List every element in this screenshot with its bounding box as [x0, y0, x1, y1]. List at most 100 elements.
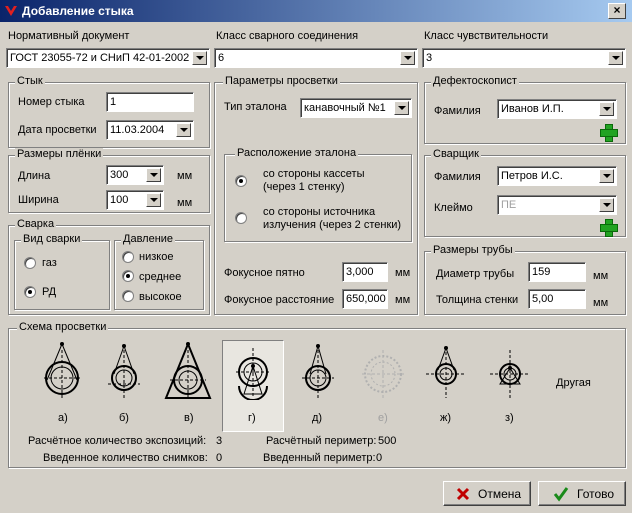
pipe-wall-label: Толщина стенки [436, 294, 519, 306]
cancel-button[interactable]: Отмена [443, 481, 531, 506]
scheme-label: ж) [440, 412, 452, 424]
welder-select[interactable]: Петров И.С. [497, 166, 617, 186]
scheme-label: е) [378, 412, 388, 424]
weld-class-select[interactable]: 6 [214, 48, 418, 68]
cancel-button-label: Отмена [478, 487, 522, 501]
cassette-side-label-1: со стороны кассеты [263, 168, 365, 180]
entered-perimeter-value: 0 [376, 452, 383, 464]
calc-exposures-label: Расчётное количество экспозиций: [28, 435, 207, 447]
scheme-label: г) [248, 412, 256, 424]
add-welder-icon[interactable] [600, 219, 618, 237]
entered-shots-value: 0 [216, 452, 223, 464]
source-side-radio[interactable] [235, 212, 247, 224]
scheme-z-icon[interactable] [488, 344, 532, 400]
film-length-value: 300 [110, 169, 129, 181]
film-width-value: 100 [110, 194, 129, 206]
welder-legend: Сварщик [431, 148, 481, 160]
welder-value: Петров И.С. [501, 170, 563, 182]
sensitivity-label: Класс чувствительности [424, 30, 549, 42]
scheme-label: з) [505, 412, 514, 424]
chevron-down-icon[interactable] [192, 51, 207, 65]
joint-number-input[interactable]: 1 [106, 92, 194, 112]
close-icon [456, 487, 470, 501]
chevron-down-icon[interactable] [608, 51, 623, 65]
scheme-b-icon[interactable] [104, 344, 144, 400]
chevron-down-icon[interactable] [599, 169, 614, 183]
focal-distance-input[interactable]: 650,000 [342, 289, 388, 309]
calc-exposures-value: 3 [216, 435, 223, 447]
weld-type-legend: Вид сварки [21, 233, 83, 245]
scheme-g-icon[interactable] [232, 344, 274, 400]
stamp-select[interactable]: ПЕ [497, 195, 617, 215]
focal-distance-label: Фокусное расстояние [224, 294, 335, 306]
scheme-d-icon[interactable] [298, 344, 338, 400]
inspector-legend: Дефектоскопист [431, 75, 519, 87]
chevron-down-icon[interactable] [400, 51, 415, 65]
etalon-value: канавочный №1 [304, 102, 386, 114]
pipe-diameter-input[interactable]: 159 [528, 262, 586, 282]
welding-legend: Сварка [15, 218, 57, 230]
mid-label: среднее [139, 271, 182, 283]
stamp-value: ПЕ [501, 199, 517, 211]
scheme-other-option[interactable]: Другая [556, 377, 591, 389]
film-width-label: Ширина [18, 194, 59, 206]
chevron-down-icon[interactable] [146, 193, 161, 207]
norm-doc-select[interactable]: ГОСТ 23055-72 и СНиП 42-01-2002 [6, 48, 210, 68]
chevron-down-icon[interactable] [394, 101, 409, 115]
focal-spot-input[interactable]: 3,000 [342, 262, 388, 282]
scheme-a-icon[interactable] [40, 342, 84, 400]
scheme-v-icon[interactable] [164, 342, 212, 400]
stamp-label: Клеймо [434, 202, 473, 214]
source-side-label-2: излучения (через 2 стенки) [263, 219, 402, 231]
pressure-legend: Давление [121, 233, 176, 245]
scheme-label: в) [184, 412, 194, 424]
inspector-select[interactable]: Иванов И.П. [497, 99, 617, 119]
film-legend: Размеры плёнки [15, 148, 104, 160]
sensitivity-select[interactable]: 3 [422, 48, 626, 68]
weld-class-value: 6 [218, 52, 225, 64]
low-radio[interactable] [122, 251, 134, 263]
close-button[interactable]: × [608, 3, 626, 19]
pipe-diameter-unit: мм [593, 270, 609, 282]
calc-perimeter-value: 500 [378, 435, 397, 447]
app-icon [5, 6, 17, 16]
low-label: низкое [139, 251, 174, 263]
film-length-select[interactable]: 300 [106, 165, 164, 185]
checkmark-icon [553, 487, 569, 502]
scheme-label: д) [312, 412, 323, 424]
mid-radio[interactable] [122, 270, 134, 282]
ok-button[interactable]: Готово [538, 481, 626, 506]
cassette-side-label-2: (через 1 стенку) [263, 181, 345, 193]
scheme-legend: Схема просветки [17, 321, 109, 333]
rd-radio[interactable] [24, 286, 36, 298]
high-label: высокое [139, 291, 182, 303]
chevron-down-icon[interactable] [176, 123, 191, 137]
calc-perimeter-label: Расчётный периметр: [266, 435, 377, 447]
chevron-down-icon[interactable] [146, 168, 161, 182]
cassette-side-radio[interactable] [235, 175, 247, 187]
pipe-diameter-label: Диаметр трубы [436, 268, 515, 280]
film-length-label: Длина [18, 170, 51, 182]
etalon-label: Тип эталона [224, 101, 287, 113]
inspector-value: Иванов И.П. [501, 103, 564, 115]
etalon-select[interactable]: канавочный №1 [300, 98, 412, 118]
entered-shots-label: Введенное количество снимков: [43, 452, 208, 464]
film-width-select[interactable]: 100 [106, 190, 164, 210]
source-side-label-1: со стороны источника [263, 206, 376, 218]
high-radio[interactable] [122, 290, 134, 302]
placement-legend: Расположение эталона [235, 147, 359, 159]
scheme-zh-icon[interactable] [424, 344, 468, 400]
gas-label: газ [42, 257, 57, 269]
chevron-down-icon[interactable] [599, 198, 614, 212]
date-value: 11.03.2004 [110, 124, 165, 136]
chevron-down-icon[interactable] [599, 102, 614, 116]
sensitivity-value: 3 [426, 52, 433, 64]
pipe-wall-input[interactable]: 5,00 [528, 289, 586, 309]
film-length-unit: мм [177, 170, 193, 182]
weld-type-group: Вид сварки [14, 233, 110, 310]
date-select[interactable]: 11.03.2004 [106, 120, 194, 140]
film-width-unit: мм [177, 197, 193, 209]
inspector-surname-label: Фамилия [434, 105, 481, 117]
gas-radio[interactable] [24, 257, 36, 269]
add-inspector-icon[interactable] [600, 124, 618, 142]
